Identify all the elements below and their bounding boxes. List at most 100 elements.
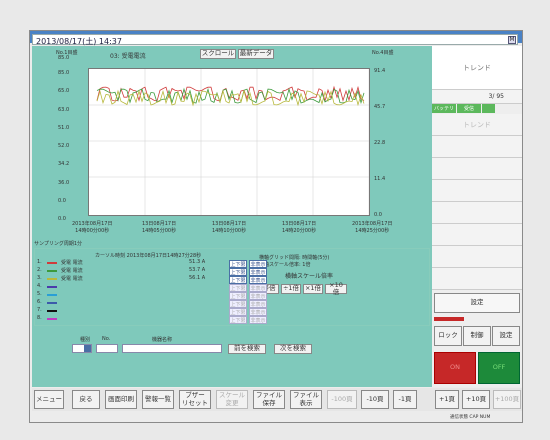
device-name-field[interactable] (122, 344, 222, 353)
hide-button[interactable]: 非表示 (249, 300, 267, 308)
menu-button[interactable]: メニュー (34, 390, 64, 409)
page-counter: 3/ 95 (432, 90, 522, 104)
y-tick-left: 34.2 (58, 161, 70, 168)
hide-button[interactable]: 非表示 (249, 276, 267, 284)
limit-button[interactable]: 上下限 (229, 260, 247, 268)
y-tick-right: 0.0 (374, 212, 382, 218)
set-button[interactable]: 設定 (492, 326, 520, 346)
lock-button[interactable]: ロック (434, 326, 462, 346)
y-tick-right: 91.4 (374, 68, 386, 74)
scroll-button[interactable]: スクロール (200, 49, 236, 59)
status-tag (482, 104, 495, 113)
menu-slot[interactable] (432, 180, 522, 202)
hide-button[interactable]: 非表示 (249, 316, 267, 324)
x-tick: 13日08月17日 14時10分00秒 (212, 221, 247, 234)
trend-subtitle[interactable]: トレンド (432, 114, 522, 136)
scale-div1-button[interactable]: ÷1倍 (281, 284, 301, 294)
legend-value: 51.3 A (189, 259, 206, 265)
y-tick-left: 0.0 (58, 216, 66, 222)
limit-button[interactable]: 上下限 (229, 292, 247, 300)
legend-swatch (47, 286, 57, 288)
control-button[interactable]: 制御 (463, 326, 491, 346)
legend-index: 4. (37, 283, 42, 289)
on-button[interactable]: ON (434, 352, 476, 384)
y-tick-left: 51.0 (58, 124, 70, 131)
x-tick: 13日08月17日 14時20分00秒 (282, 221, 317, 234)
trend-chart (89, 69, 370, 215)
search-prev-button[interactable]: 前を検索 (228, 344, 266, 354)
limit-button[interactable]: 上下限 (229, 268, 247, 276)
trend-panel: No.1目盛 85.0 03: 受電電流 スクロール 最新データ No.4目盛 … (32, 46, 432, 387)
kind-label: 種別 (80, 337, 91, 343)
file-view-button[interactable]: ファイル 表示 (290, 390, 322, 409)
settings-button[interactable]: 設定 (434, 293, 520, 313)
page-plus10-button[interactable]: +10頁 (462, 390, 490, 409)
page-plus1-button[interactable]: +1頁 (435, 390, 459, 409)
device-name-label: 機器名称 (152, 337, 173, 343)
limit-button[interactable]: 上下限 (229, 316, 247, 324)
hide-button[interactable]: 非表示 (249, 308, 267, 316)
legend-index: 6. (37, 299, 42, 305)
legend-swatch (47, 262, 57, 264)
y-tick-right: 11.4 (374, 176, 386, 182)
datetime-bar: 2013/08/17(土) 14:37 M (32, 34, 518, 46)
page-minus100-button[interactable]: -100頁 (327, 390, 357, 409)
limit-button[interactable]: 上下限 (229, 284, 247, 292)
left-scale-top: 85.0 (58, 55, 70, 61)
alarm-bar (434, 317, 464, 321)
search-next-button[interactable]: 次を検索 (274, 344, 312, 354)
trend-title: トレンド (432, 46, 522, 90)
scale-x1-button[interactable]: ×1倍 (303, 284, 323, 294)
menu-slot[interactable] (432, 246, 522, 268)
receive-tag: 受信 (457, 104, 481, 113)
chevron-down-icon (84, 345, 91, 352)
no-field[interactable] (96, 344, 118, 353)
battery-tag: バッテリ (432, 104, 456, 113)
back-button[interactable]: 戻る (72, 390, 100, 409)
page-minus1-button[interactable]: -1頁 (393, 390, 417, 409)
legend-index: 5. (37, 291, 42, 297)
mode-button[interactable]: M (508, 36, 516, 44)
cursor-time: カーソル時刻 2013年08月17日14時27分28秒 (95, 253, 202, 259)
legend-swatch (47, 294, 57, 296)
scale-change-button[interactable]: スケール 変更 (216, 390, 248, 409)
latest-data-button[interactable]: 最新データ (238, 49, 274, 59)
x-tick: 2013年08月17日 14時00分00秒 (72, 221, 113, 234)
legend-value: 53.7 A (189, 267, 206, 273)
legend-box: カーソル時刻 2013年08月17日14時27分28秒 横軸グリッド間隔: 時間… (34, 248, 430, 326)
limit-button[interactable]: 上下限 (229, 308, 247, 316)
menu-slot[interactable] (432, 268, 522, 290)
file-save-button[interactable]: ファイル 保存 (253, 390, 285, 409)
legend-index: 2. (37, 267, 42, 273)
hide-button[interactable]: 非表示 (249, 260, 267, 268)
page-minus10-button[interactable]: -10頁 (361, 390, 389, 409)
legend-value: 56.1 A (189, 275, 206, 281)
legend-swatch (47, 302, 57, 304)
legend-swatch (47, 310, 57, 312)
x-tick: 2013年08月17日 14時25分00秒 (352, 221, 393, 234)
legend-index: 7. (37, 307, 42, 313)
menu-slot[interactable] (432, 224, 522, 246)
buzzer-reset-button[interactable]: ブザー リセット (179, 390, 211, 409)
alarm-list-button[interactable]: 警報一覧 (142, 390, 174, 409)
y-tick-left: 63.0 (58, 106, 70, 113)
limit-button[interactable]: 上下限 (229, 300, 247, 308)
no-label: No. (102, 336, 111, 342)
menu-slot[interactable] (432, 202, 522, 224)
legend-name: 受電 電流 (61, 276, 83, 282)
off-button[interactable]: OFF (478, 352, 520, 384)
menu-slot[interactable] (432, 158, 522, 180)
menu-slot[interactable] (432, 136, 522, 158)
y-tick-left: 52.0 (58, 143, 70, 149)
print-button[interactable]: 画面印刷 (105, 390, 137, 409)
kind-select[interactable] (72, 344, 92, 353)
hide-button[interactable]: 非表示 (249, 292, 267, 300)
legend-index: 8. (37, 315, 42, 321)
scale-x10-button[interactable]: ×10倍 (325, 281, 347, 296)
legend-name: 受電 電流 (61, 260, 83, 266)
page-plus100-button[interactable]: +100頁 (493, 390, 521, 409)
hide-button[interactable]: 非表示 (249, 268, 267, 276)
right-panel: トレンド 3/ 95 バッテリ 受信 トレンド 設定 ロック 制御 設定 ON … (432, 46, 522, 387)
limit-button[interactable]: 上下限 (229, 276, 247, 284)
hide-button[interactable]: 非表示 (249, 284, 267, 292)
